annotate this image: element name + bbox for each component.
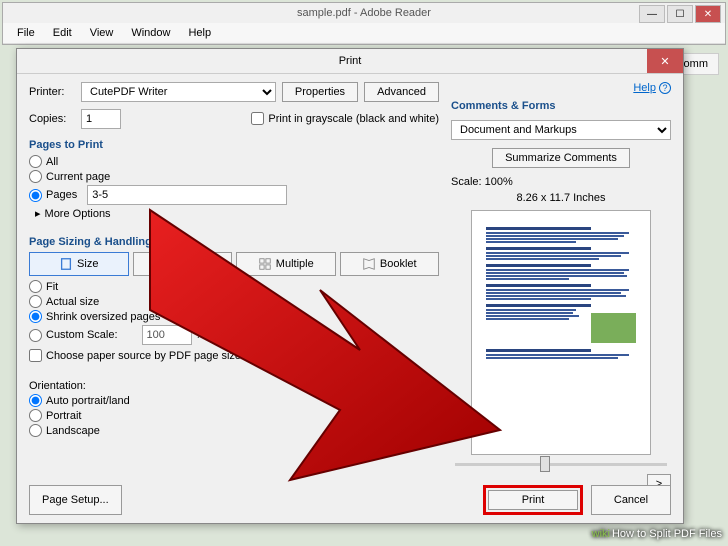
radio-custom-scale[interactable] [29,329,42,342]
grayscale-checkbox[interactable] [251,112,264,125]
advanced-button[interactable]: Advanced [364,82,439,102]
window-controls: — ☐ ✕ [639,5,721,23]
cancel-button[interactable]: Cancel [591,485,671,515]
multiple-button[interactable]: Multiple [236,252,336,276]
menu-view[interactable]: View [82,25,122,41]
watermark-text: How to Split PDF Files [612,528,722,540]
help-link[interactable]: Help [633,82,656,94]
print-preview [471,210,651,455]
preview-dimensions: 8.26 x 11.7 Inches [451,192,671,204]
custom-scale-input[interactable] [142,325,192,345]
grayscale-label: Print in grayscale (black and white) [268,113,439,125]
comments-forms-title: Comments & Forms [451,100,671,112]
radio-landscape[interactable] [29,424,42,437]
copies-label: Copies: [29,113,75,125]
radio-auto-orient[interactable] [29,394,42,407]
radio-fit[interactable] [29,280,42,293]
more-options-toggle[interactable]: ▸ More Options [35,207,439,220]
printer-label: Printer: [29,86,75,98]
watermark-prefix: wiki [592,528,610,540]
poster-icon [157,257,171,271]
scale-label: Scale: 100% [451,176,671,188]
watermark: wikiHow to Split PDF Files [592,528,722,540]
help-icon: ? [659,82,671,94]
booklet-button[interactable]: Booklet [340,252,440,276]
sizing-title: Page Sizing & Handling [29,236,439,248]
booklet-icon [362,257,376,271]
radio-shrink[interactable] [29,310,42,323]
menu-file[interactable]: File [9,25,43,41]
comments-forms-select[interactable]: Document and Markups [451,120,671,140]
maximize-button[interactable]: ☐ [667,5,693,23]
page-setup-button[interactable]: Page Setup... [29,485,122,515]
menu-help[interactable]: Help [180,25,219,41]
dialog-close-button[interactable]: ✕ [647,49,683,73]
radio-portrait[interactable] [29,409,42,422]
dialog-titlebar: Print ✕ [17,49,683,74]
menubar: File Edit View Window Help [3,23,725,44]
app-window: sample.pdf - Adobe Reader — ☐ ✕ File Edi… [2,2,726,45]
summarize-button[interactable]: Summarize Comments [492,148,630,168]
minimize-button[interactable]: — [639,5,665,23]
menu-window[interactable]: Window [123,25,178,41]
menu-edit[interactable]: Edit [45,25,80,41]
multiple-icon [258,257,272,271]
radio-current[interactable] [29,170,42,183]
app-close-button[interactable]: ✕ [695,5,721,23]
properties-button[interactable]: Properties [282,82,358,102]
radio-actual[interactable] [29,295,42,308]
choose-paper-checkbox[interactable] [29,349,42,362]
size-icon [59,257,73,271]
chevron-right-icon: ▸ [35,207,41,220]
pages-to-print-title: Pages to Print [29,139,439,151]
radio-pages[interactable] [29,189,42,202]
poster-button[interactable]: Poster [133,252,233,276]
slider-thumb[interactable] [540,456,550,472]
printer-select[interactable]: CutePDF Writer [81,82,276,102]
titlebar: sample.pdf - Adobe Reader — ☐ ✕ [3,3,725,23]
print-dialog: Print ✕ Printer: CutePDF Writer Properti… [16,48,684,524]
orientation-title: Orientation: [29,380,439,392]
app-title: sample.pdf - Adobe Reader [297,7,431,19]
pages-input[interactable] [87,185,287,205]
dialog-title: Print [339,55,362,67]
copies-input[interactable] [81,109,121,129]
radio-all[interactable] [29,155,42,168]
preview-slider[interactable] [455,463,667,466]
size-button[interactable]: Size [29,252,129,276]
print-button[interactable]: Print [488,490,578,510]
